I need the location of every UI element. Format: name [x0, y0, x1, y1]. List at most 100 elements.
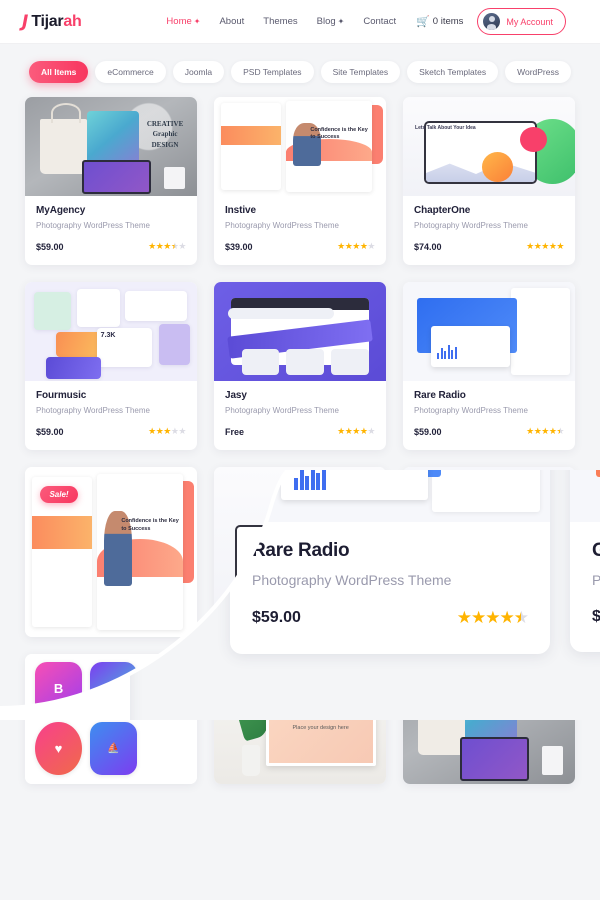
product-body: ChapterOne Photography WordPress Theme $… — [403, 196, 575, 265]
thumb-art-chapterone-2 — [214, 467, 386, 637]
filter-chip-sketch-templates[interactable]: Sketch Templates — [407, 61, 499, 83]
product-grid: MyAgency Photography WordPress Theme $59… — [0, 97, 600, 450]
product-card[interactable]: 7.3K Fourmusic Photography WordPress The… — [25, 282, 197, 450]
thumb-art-graphic-design — [25, 97, 197, 196]
bar-chart-mock — [437, 343, 457, 360]
product-title: Fourmusic — [36, 390, 87, 401]
nav-item-about[interactable]: About — [219, 16, 244, 27]
product-card[interactable]: Confidence is the Key to Success Sale! — [25, 467, 197, 637]
nav-label-about: About — [219, 16, 245, 27]
product-title: Rare Radio — [414, 390, 466, 401]
product-thumbnail — [403, 467, 575, 637]
product-grid-row4: B A ♥ ⛵ Mockup Place your design here — [0, 654, 600, 784]
chapter-heading: Lets Talk About Your Idea — [415, 124, 476, 131]
nav-item-blog[interactable]: Blog ✦ — [317, 16, 345, 27]
product-price: $59.00 — [414, 426, 442, 437]
filter-chip-joomla[interactable]: Joomla — [172, 61, 225, 83]
product-thumbnail — [25, 97, 197, 196]
product-footer: $39.00 ★★★★★ — [225, 241, 375, 252]
tablet-shape — [81, 160, 151, 195]
dash-widget — [45, 357, 101, 379]
mockup-word: Mockup — [296, 706, 345, 722]
product-thumbnail — [403, 654, 575, 784]
nav-label-themes: Themes — [263, 16, 298, 27]
nav-label-home: Home — [166, 16, 192, 27]
product-body: Rare Radio Photography WordPress Theme $… — [403, 381, 575, 450]
product-card[interactable]: Jasy Photography WordPress Theme Free ★★… — [214, 282, 386, 450]
product-rating-stars: ★★★★★ — [337, 426, 375, 436]
sale-badge: Sale! — [40, 485, 78, 503]
nav-label-blog: Blog — [316, 16, 336, 27]
hero-panel-mock — [416, 494, 517, 590]
product-footer: Free ★★★★★ — [225, 426, 375, 437]
cart-button[interactable]: 🛒 0 items — [416, 15, 463, 28]
logo-text-accent: ah — [63, 12, 82, 30]
filter-chip-psd-templates[interactable]: PSD Templates — [231, 61, 314, 83]
nav-plus-icon-blog: ✦ — [337, 16, 345, 26]
thumb-art-dashboard: 7.3K — [25, 282, 197, 381]
product-title: Jasy — [225, 390, 247, 401]
product-rating-stars: ★★★★★ — [148, 241, 186, 251]
page-mock-left — [220, 102, 282, 191]
product-footer: $59.00 ★★★★★ — [36, 241, 186, 252]
mockup-subtext: Place your design here — [292, 725, 349, 732]
thumb-art-jasy — [214, 282, 386, 381]
product-card[interactable]: Mockup Place your design here — [214, 654, 386, 784]
product-subtitle: Photography WordPress Theme — [225, 406, 339, 415]
thumb-art-confidence: Confidence is the Key to Success — [214, 97, 386, 196]
product-body: Instive Photography WordPress Theme $39.… — [214, 196, 386, 265]
app-icon-a: A — [90, 661, 137, 716]
tile-mock — [241, 349, 280, 376]
vase-shape — [241, 745, 261, 777]
cart-icon: 🛒 — [416, 16, 430, 28]
filter-chip-all-items[interactable]: All Items — [28, 61, 89, 83]
app-icon-heart: ♥ — [35, 721, 82, 775]
product-thumbnail — [214, 467, 386, 637]
nav-item-contact[interactable]: Contact — [363, 16, 396, 27]
product-title: ChapterOne — [414, 205, 471, 216]
orange-circle — [482, 152, 514, 183]
logo-text-dark: Tijar — [31, 12, 64, 30]
product-rating-stars: ★★★★★ — [526, 241, 564, 251]
product-thumbnail: Confidence is the Key to Success — [214, 97, 386, 196]
logo[interactable]: 𝙅 Tijarah — [22, 12, 82, 31]
nav-item-home[interactable]: Home ✦ — [166, 16, 200, 27]
product-price: Free — [225, 426, 245, 437]
filter-chip-ecommerce[interactable]: eCommerce — [95, 61, 166, 83]
dash-widget — [159, 323, 191, 366]
product-card[interactable]: Rare Radio Photography WordPress Theme $… — [403, 282, 575, 450]
product-card[interactable]: MyAgency Photography WordPress Theme $59… — [25, 97, 197, 265]
product-subtitle: Photography WordPress Theme — [225, 221, 339, 230]
product-footer: $59.00 ★★★★★ — [414, 426, 564, 437]
product-thumbnail: Confidence is the Key to Success Sale! — [25, 467, 197, 637]
product-card[interactable] — [214, 467, 386, 637]
page-root: 𝙅 Tijarah Home ✦ About Themes Blog ✦ Con… — [0, 0, 600, 900]
product-card[interactable]: B A ♥ ⛵ — [25, 654, 197, 784]
product-card[interactable]: Lets Talk About Your Idea ChapterOne Pho… — [403, 97, 575, 265]
product-thumbnail: Mockup Place your design here — [214, 654, 386, 784]
thumb-art-app-icons: B A ♥ ⛵ — [25, 654, 197, 784]
sidebar-mock — [511, 477, 570, 627]
nav-item-themes[interactable]: Themes — [263, 16, 297, 27]
filter-chip-wordpress[interactable]: WordPress — [505, 61, 571, 83]
product-subtitle: Photography WordPress Theme — [414, 406, 528, 415]
my-account-label: My Account — [506, 16, 553, 27]
app-icon-b: B — [35, 661, 82, 716]
tile-mock — [330, 349, 369, 376]
sidebar-mock — [511, 287, 570, 376]
dash-widget — [124, 290, 187, 321]
search-bar-mock — [227, 307, 335, 319]
thumb-art-growth — [403, 467, 575, 637]
product-price: $74.00 — [414, 241, 442, 252]
product-card[interactable] — [403, 467, 575, 637]
product-card[interactable] — [403, 654, 575, 784]
product-body: Jasy Photography WordPress Theme Free ★★… — [214, 381, 386, 450]
dash-widget — [33, 291, 72, 330]
confidence-heading: Confidence is the Key to Success — [121, 518, 179, 532]
product-card[interactable]: Confidence is the Key to Success Instive… — [214, 97, 386, 265]
dash-widget — [55, 331, 103, 358]
mug-shape — [542, 746, 563, 775]
my-account-button[interactable]: My Account — [477, 8, 566, 35]
product-subtitle: Photography WordPress Theme — [36, 221, 150, 230]
filter-chip-site-templates[interactable]: Site Templates — [320, 61, 401, 83]
